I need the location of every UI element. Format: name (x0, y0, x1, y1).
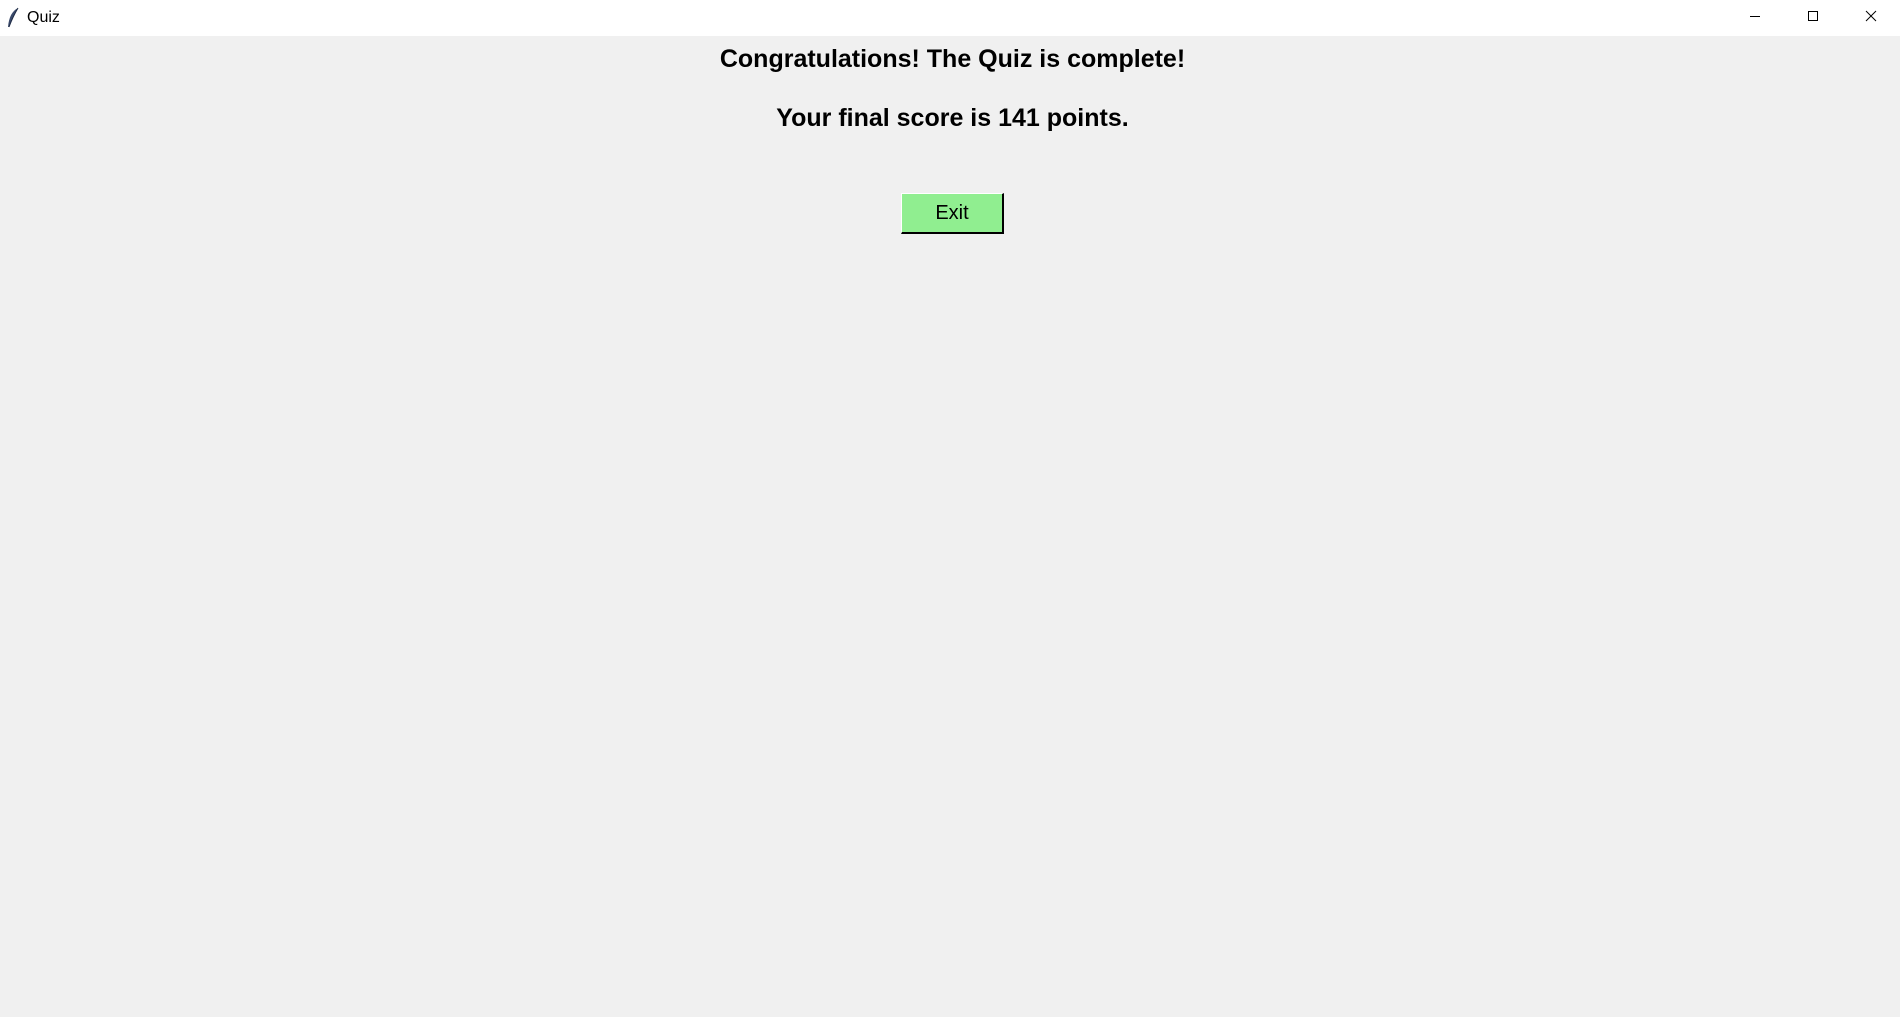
maximize-button[interactable] (1784, 0, 1842, 36)
close-button[interactable] (1842, 0, 1900, 36)
maximize-icon (1807, 9, 1819, 27)
exit-button[interactable]: Exit (901, 193, 1004, 234)
title-bar[interactable]: Quiz (0, 0, 1900, 36)
window-title: Quiz (27, 9, 60, 26)
final-score-message: Your final score is 141 points. (776, 104, 1129, 132)
minimize-icon (1749, 9, 1761, 27)
close-icon (1865, 9, 1877, 27)
congratulations-message: Congratulations! The Quiz is complete! (719, 45, 1186, 73)
quiz-window: Quiz Congratulations! The Quiz is comple… (0, 0, 1900, 1017)
feather-icon (4, 6, 22, 30)
window-controls (1726, 0, 1900, 36)
quiz-content: Congratulations! The Quiz is complete! Y… (0, 36, 1900, 1017)
minimize-button[interactable] (1726, 0, 1784, 36)
